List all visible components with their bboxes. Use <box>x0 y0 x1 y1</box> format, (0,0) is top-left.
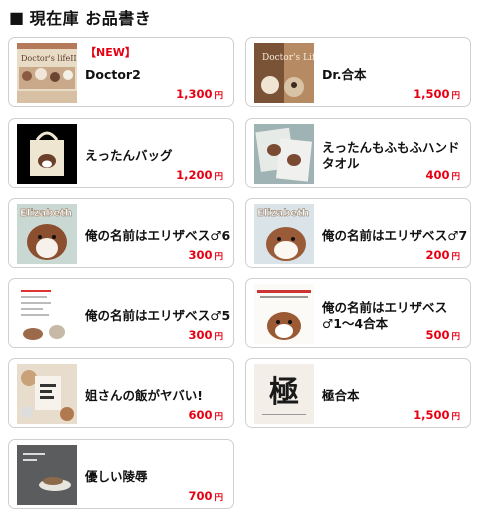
currency-label: 円 <box>451 91 460 101</box>
doctor2-cover-title: Doctor's lifeII <box>21 54 77 63</box>
tea-cup-cover-icon <box>17 445 77 505</box>
currency-label: 円 <box>214 252 223 262</box>
dr-omnibus-cover-title: Doctor's Life <box>262 53 314 63</box>
section-heading: ■ 現在庫 お品書き <box>9 5 151 29</box>
currency-label: 円 <box>451 332 460 342</box>
currency-label: 円 <box>451 172 460 182</box>
product-card-dr-omnibus[interactable]: Doctor's Life Dr.合本 1,500円 <box>245 37 471 107</box>
square-bullet-icon: ■ <box>9 7 25 27</box>
currency-label: 円 <box>451 252 460 262</box>
product-card-doctor2[interactable]: Doctor's lifeII 【NEW】 Doctor2 1,300 円 <box>8 37 234 107</box>
price-value: 300 <box>188 328 213 342</box>
product-price: 500 円 <box>425 328 460 342</box>
product-card-ettan-bag[interactable]: えったんバッグ 1,200 円 <box>8 118 234 188</box>
price-value: 700 <box>188 489 213 503</box>
product-price: 200 円 <box>425 248 460 262</box>
product-price: 700 円 <box>188 489 223 503</box>
doctor2-book-cover-icon: Doctor's lifeII <box>17 43 77 103</box>
product-price: 400 円 <box>425 168 460 182</box>
currency-label: 円 <box>214 172 223 182</box>
elizabeth6-cover-icon: Elizabeth <box>17 204 77 264</box>
currency-label: 円 <box>214 493 223 503</box>
product-price: 600 円 <box>188 408 223 422</box>
product-card-kiwami-omnibus[interactable]: 極 極合本 1,500 円 <box>245 358 471 428</box>
price-value: 500 <box>425 328 450 342</box>
product-card-yasashii[interactable]: 優しい陵辱 700 円 <box>8 439 234 509</box>
product-card-elizabeth-7[interactable]: Elizabeth 俺の名前はエリザベス♂7 200 円 <box>245 198 471 268</box>
price-value: 400 <box>425 168 450 182</box>
currency-label: 円 <box>214 412 223 422</box>
price-value: 300 <box>188 248 213 262</box>
product-price: 1,300 円 <box>176 87 223 101</box>
price-value: 1,200 <box>176 168 213 182</box>
product-card-elizabeth-omnibus[interactable]: 俺の名前はエリザベス♂1〜4合本 500 円 <box>245 278 471 348</box>
product-price: 1,200 円 <box>176 168 223 182</box>
elizabeth6-cover-title: Elizabeth <box>20 208 72 219</box>
price-value: 600 <box>188 408 213 422</box>
kiwami-cover-title: 極 <box>269 375 299 410</box>
product-price: 300 円 <box>188 328 223 342</box>
price-value: 1,500 <box>413 87 450 101</box>
elizabeth-omnibus-cover-icon <box>254 284 314 344</box>
elizabeth5-cover-icon <box>17 284 77 344</box>
product-card-elizabeth-5[interactable]: 俺の名前はエリザベス♂5 300 円 <box>8 278 234 348</box>
product-card-elizabeth-6[interactable]: Elizabeth 俺の名前はエリザベス♂6 300 円 <box>8 198 234 268</box>
product-card-hand-towel[interactable]: えったんもふもふハンドタオル 400 円 <box>245 118 471 188</box>
elizabeth7-cover-title: Elizabeth <box>257 208 309 219</box>
food-book-cover-icon <box>17 364 77 424</box>
section-title: 現在庫 お品書き <box>29 9 152 28</box>
price-value: 1,300 <box>176 87 213 101</box>
hand-towel-icon <box>254 124 314 184</box>
product-card-food-book[interactable]: 姐さんの飯がヤバい! 600 円 <box>8 358 234 428</box>
currency-label: 円 <box>214 332 223 342</box>
kiwami-cover-icon: 極 <box>254 364 314 424</box>
product-price: 1,500 円 <box>413 408 460 422</box>
price-value: 200 <box>425 248 450 262</box>
price-value: 1,500 <box>413 408 450 422</box>
product-price: 1,500 円 <box>413 87 460 101</box>
tote-bag-icon <box>17 124 77 184</box>
currency-label: 円 <box>214 91 223 101</box>
currency-label: 円 <box>451 412 460 422</box>
product-price: 300 円 <box>188 248 223 262</box>
dr-omnibus-cover-icon: Doctor's Life <box>254 43 314 103</box>
elizabeth7-cover-icon: Elizabeth <box>254 204 314 264</box>
